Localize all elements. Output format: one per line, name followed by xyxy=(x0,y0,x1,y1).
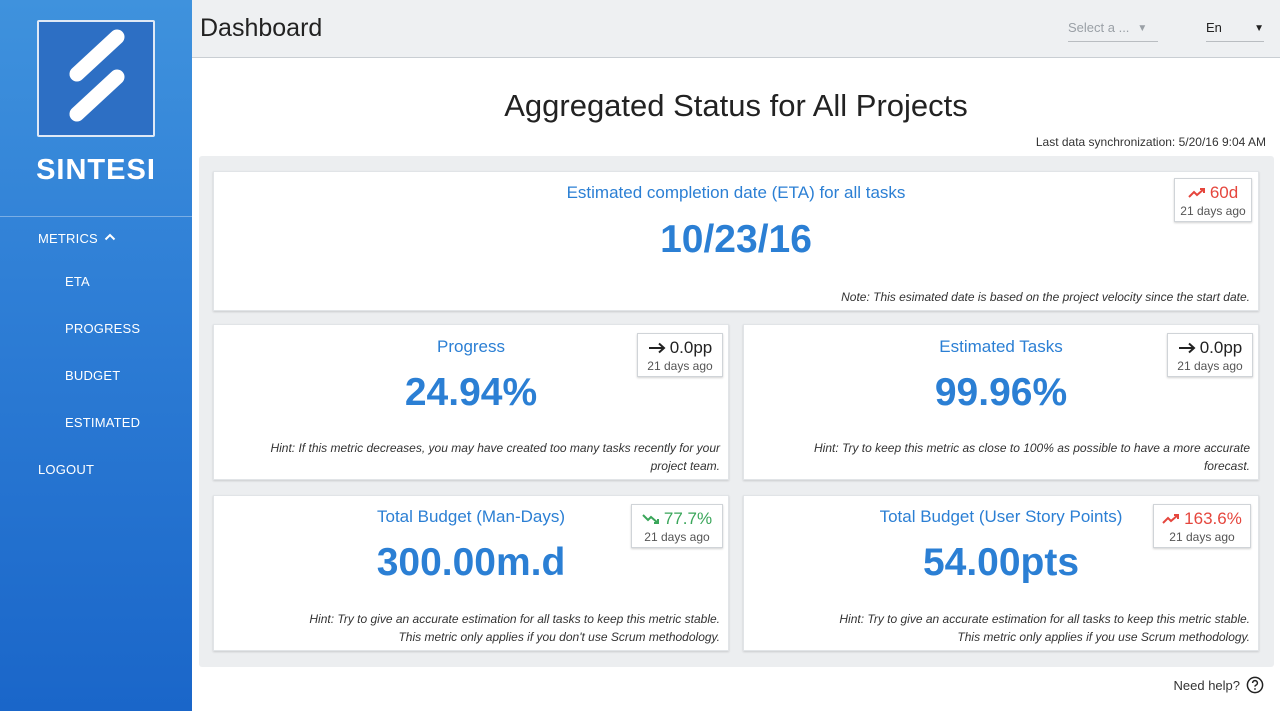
project-select[interactable]: Select a ... ▼ xyxy=(1068,20,1158,42)
chevron-up-icon xyxy=(104,233,116,240)
budget-story-points-hint: Hint: Try to give an accurate estimation… xyxy=(839,610,1250,646)
eta-trend-badge: 60d 21 days ago xyxy=(1174,178,1252,222)
trend-up-icon xyxy=(1162,514,1180,524)
progress-trend-value: 0.0pp xyxy=(669,338,713,357)
top-header: Dashboard Select a ... ▼ En ▼ xyxy=(192,0,1280,58)
project-select-value: Select a ... xyxy=(1068,20,1130,35)
sidebar-item-estimated[interactable]: ESTIMATED xyxy=(65,415,140,430)
main-title: Aggregated Status for All Projects xyxy=(504,88,968,123)
estimated-tasks-hint-line2: forecast. xyxy=(1203,459,1250,473)
chevron-down-icon: ▼ xyxy=(1254,23,1264,34)
trend-up-icon xyxy=(1188,188,1205,198)
help-circle-icon[interactable] xyxy=(1246,676,1264,694)
estimated-tasks-trend-value: 0.0pp xyxy=(1199,338,1243,357)
eta-title: Estimated completion date (ETA) for all … xyxy=(566,183,906,202)
budget-man-days-hint-line1: Hint: Try to give an accurate estimation… xyxy=(309,612,720,626)
budget-man-days-hint-line2: This metric only applies if you don't us… xyxy=(398,630,720,644)
progress-trend-badge: 0.0pp 21 days ago xyxy=(637,333,723,377)
budget-story-points-hint-line1: Hint: Try to give an accurate estimation… xyxy=(839,612,1250,626)
sidebar-item-logout[interactable]: LOGOUT xyxy=(38,462,94,477)
trend-down-icon xyxy=(642,514,659,524)
eta-value: 10/23/16 xyxy=(660,218,812,261)
budget-story-points-card: Total Budget (User Story Points) 54.00pt… xyxy=(743,495,1259,651)
eta-note: Note: This esimated date is based on the… xyxy=(841,290,1250,304)
budget-story-points-trend-value: 163.6% xyxy=(1184,509,1242,528)
sidebar-divider xyxy=(0,216,192,217)
language-select-value: En xyxy=(1206,20,1222,35)
budget-story-points-trend-ago: 21 days ago xyxy=(1169,530,1235,544)
progress-hint-line1: Hint: If this metric decreases, you may … xyxy=(270,441,720,455)
eta-trend-value: 60d xyxy=(1209,183,1239,202)
brand-name: SINTESI xyxy=(36,154,156,186)
eta-card: Estimated completion date (ETA) for all … xyxy=(213,171,1259,311)
sidebar-item-progress[interactable]: PROGRESS xyxy=(65,321,140,336)
sidebar-item-budget[interactable]: BUDGET xyxy=(65,368,120,383)
need-help-link[interactable]: Need help? xyxy=(1174,676,1265,694)
budget-story-points-hint-line2: This metric only applies if you use Scru… xyxy=(957,630,1250,644)
sidebar: SINTESI METRICS ETA PROGRESS BUDGET ESTI… xyxy=(0,0,192,711)
progress-card: Progress 24.94% Hint: If this metric dec… xyxy=(213,324,729,480)
estimated-tasks-trend-badge: 0.0pp 21 days ago xyxy=(1167,333,1253,377)
progress-hint-line2: project team. xyxy=(650,459,720,473)
budget-man-days-trend-ago: 21 days ago xyxy=(644,530,710,544)
estimated-tasks-card: Estimated Tasks 99.96% Hint: Try to keep… xyxy=(743,324,1259,480)
sidebar-item-metrics[interactable]: METRICS xyxy=(38,231,116,246)
sidebar-metrics-label: METRICS xyxy=(38,231,98,246)
budget-man-days-hint: Hint: Try to give an accurate estimation… xyxy=(309,610,720,646)
sintesi-logo[interactable] xyxy=(37,20,155,137)
estimated-tasks-trend-ago: 21 days ago xyxy=(1177,359,1243,373)
trend-flat-icon xyxy=(1178,342,1196,354)
budget-man-days-card: Total Budget (Man-Days) 300.00m.d Hint: … xyxy=(213,495,729,651)
budget-man-days-trend-value: 77.7% xyxy=(663,509,713,528)
trend-flat-icon xyxy=(648,342,666,354)
sidebar-item-eta[interactable]: ETA xyxy=(65,274,90,289)
page-title: Dashboard xyxy=(200,14,323,42)
eta-trend-ago: 21 days ago xyxy=(1180,204,1246,218)
sync-status: Last data synchronization: 5/20/16 9:04 … xyxy=(1035,135,1266,149)
estimated-tasks-hint: Hint: Try to keep this metric as close t… xyxy=(814,439,1250,475)
budget-man-days-trend-badge: 77.7% 21 days ago xyxy=(631,504,723,548)
progress-hint: Hint: If this metric decreases, you may … xyxy=(270,439,720,475)
logo-icon xyxy=(69,29,125,122)
language-select[interactable]: En ▼ xyxy=(1206,20,1264,42)
estimated-tasks-hint-line1: Hint: Try to keep this metric as close t… xyxy=(814,441,1250,455)
progress-trend-ago: 21 days ago xyxy=(647,359,713,373)
estimated-tasks-value: 99.96% xyxy=(934,371,1068,414)
need-help-label: Need help? xyxy=(1173,677,1241,693)
budget-story-points-trend-badge: 163.6% 21 days ago xyxy=(1153,504,1251,548)
chevron-down-icon: ▼ xyxy=(1137,23,1148,34)
progress-value: 24.94% xyxy=(404,371,538,414)
